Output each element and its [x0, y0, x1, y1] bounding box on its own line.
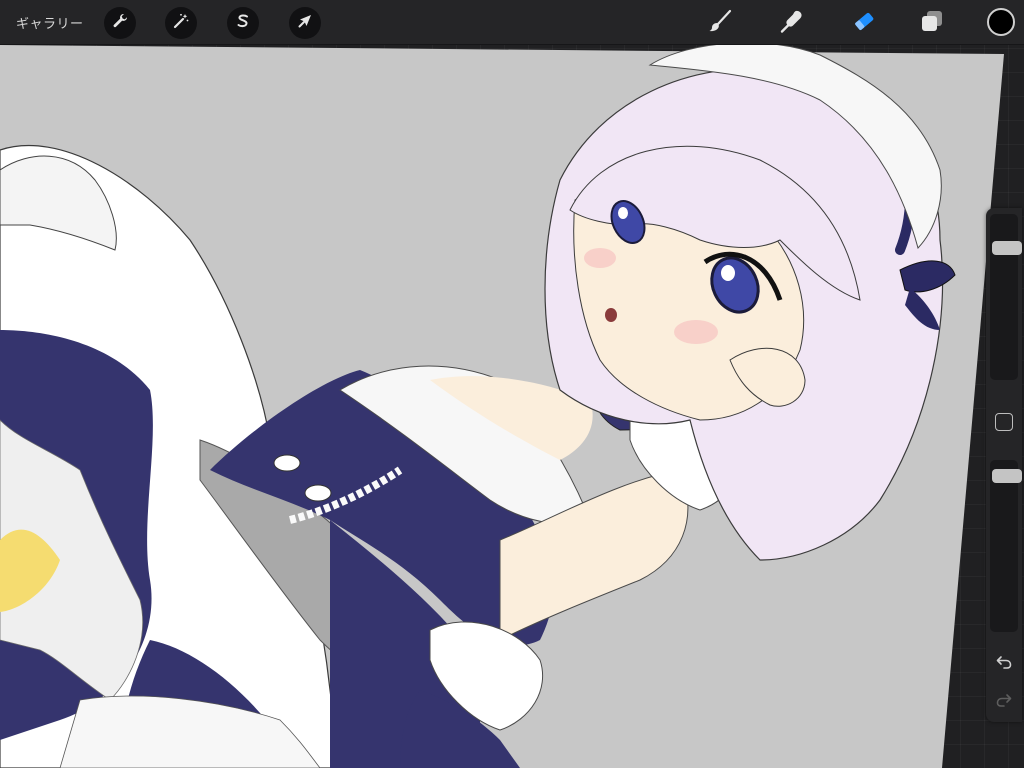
selection-button[interactable]	[227, 7, 259, 39]
undo-button[interactable]	[992, 652, 1016, 676]
brush-size-slider[interactable]	[990, 214, 1022, 380]
arrow-cursor-icon	[296, 12, 314, 34]
color-swatch-button[interactable]	[987, 8, 1015, 36]
brush-size-thumb[interactable]	[992, 241, 1022, 255]
eraser-tool-button[interactable]	[848, 7, 880, 39]
brush-tool-button[interactable]	[704, 7, 736, 39]
undo-arrow-icon	[995, 653, 1013, 675]
gallery-button[interactable]: ギャラリー	[16, 13, 84, 32]
procreate-app: ギャラリー	[0, 0, 1024, 768]
sidebar	[986, 208, 1022, 722]
drawing-canvas[interactable]	[0, 0, 1024, 768]
left-eye-highlight	[618, 207, 628, 219]
redo-arrow-icon	[995, 691, 1013, 713]
modify-button[interactable]	[995, 413, 1013, 431]
canvas-artwork[interactable]	[0, 0, 1024, 768]
eraser-icon	[851, 8, 877, 38]
opacity-slider[interactable]	[990, 460, 1022, 632]
opacity-thumb[interactable]	[992, 469, 1022, 483]
actions-button[interactable]	[104, 7, 136, 39]
adjustments-button[interactable]	[165, 7, 197, 39]
right-eye-highlight	[721, 265, 735, 281]
smudge-tool-button[interactable]	[776, 7, 808, 39]
top-toolbar: ギャラリー	[0, 0, 1024, 45]
dress-button-2	[304, 484, 332, 502]
layers-icon	[919, 8, 945, 38]
blush-right	[674, 320, 718, 344]
redo-button[interactable]	[992, 690, 1016, 714]
magic-wand-icon	[172, 12, 190, 34]
blush-left	[584, 248, 616, 268]
selection-s-icon	[234, 12, 252, 34]
brush-icon	[707, 8, 733, 38]
wrench-icon	[111, 12, 129, 34]
layers-button[interactable]	[916, 7, 948, 39]
mouth	[605, 308, 617, 322]
smudge-finger-icon	[779, 8, 805, 38]
transform-button[interactable]	[289, 7, 321, 39]
dress-button-1	[273, 454, 301, 472]
